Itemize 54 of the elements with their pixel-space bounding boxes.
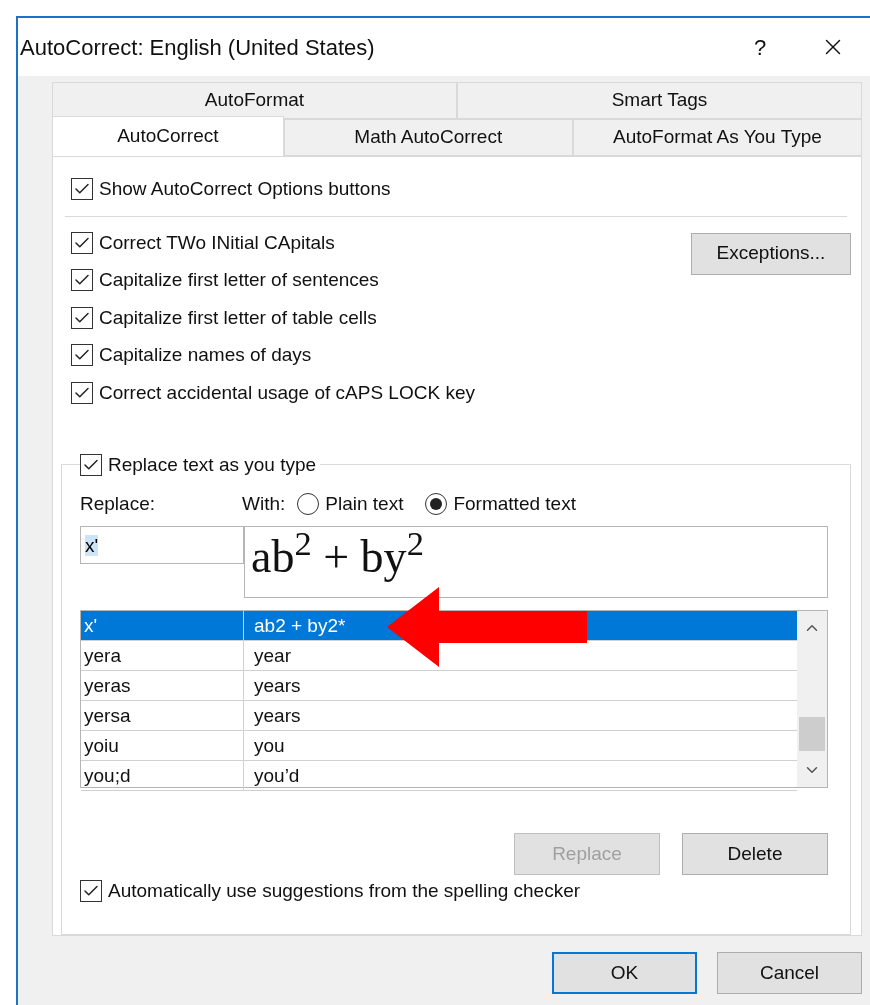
- replace-field[interactable]: x': [80, 526, 244, 564]
- checkbox-label[interactable]: Capitalize first letter of sentences: [99, 266, 379, 295]
- help-button[interactable]: ?: [740, 30, 780, 64]
- checkbox[interactable]: [71, 178, 93, 201]
- checkbox-label[interactable]: Correct accidental usage of cAPS LOCK key: [99, 378, 475, 407]
- dialog-button[interactable]: Delete: [682, 833, 828, 875]
- table-cell: yoiu: [81, 731, 244, 760]
- checkbox[interactable]: [80, 454, 102, 477]
- list-row[interactable]: you;d you’d: [81, 761, 797, 791]
- table-cell-text: ab2 + by2*: [253, 614, 346, 638]
- checkbox[interactable]: [71, 344, 93, 367]
- checkbox-label[interactable]: Correct TWo INitial CApitals: [99, 228, 335, 257]
- table-cell: yeras: [81, 671, 244, 700]
- table-cell-text: year: [253, 644, 291, 668]
- table-cell-text: you: [253, 734, 285, 758]
- list-row[interactable]: yeras years: [81, 671, 797, 701]
- window-title: AutoCorrect: English (United States): [20, 33, 376, 62]
- table-cell: yersa: [81, 701, 244, 730]
- table-cell: x': [81, 611, 244, 640]
- tab[interactable]: Smart Tags: [457, 82, 862, 119]
- list-row[interactable]: yersa years: [81, 701, 797, 731]
- dialog-button[interactable]: Exceptions...: [691, 232, 851, 275]
- field-value: ab$^{2}$ + by$^{2}$: [251, 531, 424, 582]
- checkbox[interactable]: [71, 381, 93, 404]
- checkbox-label[interactable]: Capitalize first letter of table cells: [99, 303, 377, 332]
- tab[interactable]: AutoFormat As You Type: [572, 119, 862, 156]
- checkbox[interactable]: [80, 880, 102, 903]
- table-cell-text: you’d: [253, 764, 300, 788]
- with-label: With:: [242, 491, 286, 516]
- field-value: x': [85, 535, 99, 556]
- checkbox-label[interactable]: Show AutoCorrect Options buttons: [99, 175, 391, 204]
- tab[interactable]: AutoFormat: [52, 82, 457, 119]
- with-field[interactable]: ab$^{2}$ + by$^{2}$: [244, 526, 828, 598]
- table-cell: yera: [81, 641, 244, 670]
- checkbox-label[interactable]: Automatically use suggestions from the spelling checker: [108, 877, 581, 906]
- checkbox[interactable]: [71, 231, 93, 254]
- replace-label: Replace:: [80, 491, 156, 516]
- radio-label[interactable]: Formatted text: [453, 489, 576, 518]
- table-cell-text: years: [253, 674, 301, 698]
- radio-button[interactable]: [297, 492, 320, 515]
- scrollbar-thumb: [799, 717, 825, 751]
- list-row[interactable]: yoiu you: [81, 731, 797, 761]
- radio-button[interactable]: [425, 492, 448, 515]
- tab[interactable]: AutoCorrect: [52, 116, 284, 156]
- table-cell-text: years: [253, 704, 301, 728]
- radio-label[interactable]: Plain text: [325, 489, 404, 518]
- table-cell: you;d: [81, 761, 244, 790]
- checkbox[interactable]: [71, 306, 93, 329]
- checkbox[interactable]: [71, 269, 93, 292]
- tab[interactable]: Math AutoCorrect: [283, 119, 573, 156]
- checkbox-label[interactable]: Replace text as you type: [108, 451, 317, 480]
- dialog-button[interactable]: Cancel: [717, 952, 862, 994]
- checkbox-label[interactable]: Capitalize names of days: [99, 341, 312, 370]
- dialog-button[interactable]: OK: [552, 952, 697, 994]
